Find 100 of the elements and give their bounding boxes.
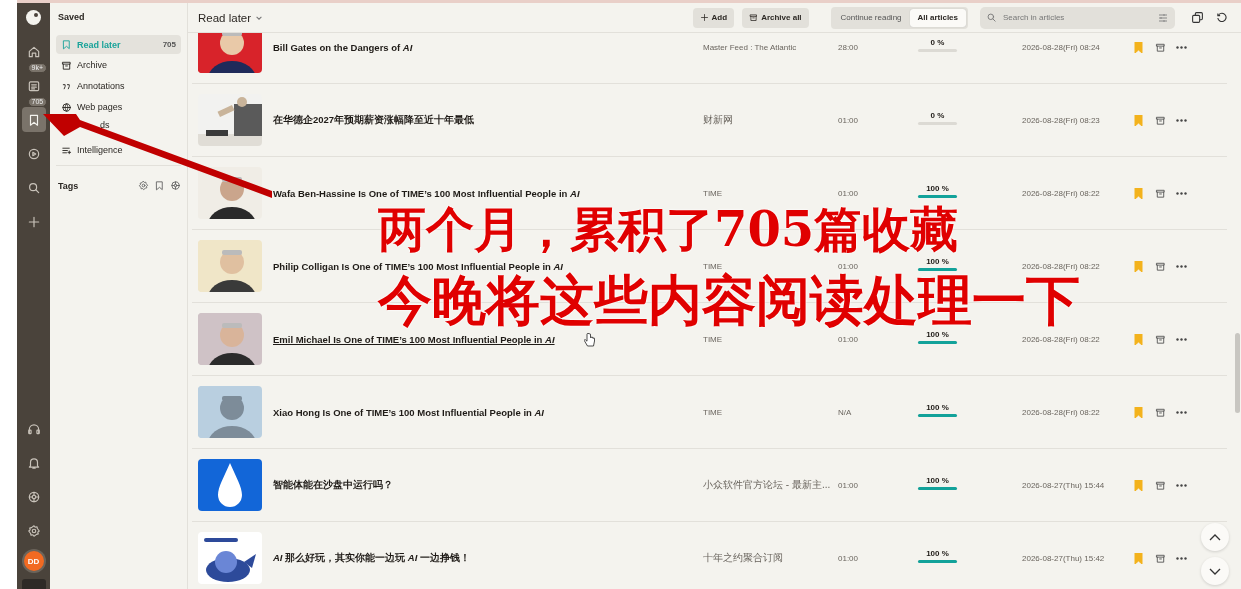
archive-box-icon (61, 59, 72, 71)
archive-box-icon (1155, 260, 1166, 272)
progress-reading: 100 % (926, 184, 949, 193)
sidebar-item[interactable]: Annotations (56, 80, 130, 92)
list-icon (26, 78, 41, 93)
globe-icon (61, 101, 72, 113)
article-title[interactable]: 在华德企2027年预期薪资涨幅降至近十年最低 (273, 113, 475, 127)
saved-date: 2026-08-28(Fri) 08:24 (1022, 42, 1100, 52)
progress-reading: 100 % (926, 257, 949, 266)
home-icon (26, 44, 41, 59)
stacked-squares-icon[interactable] (1191, 11, 1204, 24)
reading-time: 01:00 (838, 188, 859, 198)
reading-time: 01:00 (838, 480, 859, 490)
reading-time: 01:00 (838, 261, 859, 271)
headphones-icon (26, 421, 41, 436)
article-title[interactable]: Emil Michael Is One of TIME’s 100 Most Influential People in AI (273, 333, 555, 345)
archive-box-icon (1155, 552, 1166, 564)
article-title[interactable]: 智能体能在沙盘中运行吗？ (273, 478, 393, 492)
article-title[interactable]: Bill Gates on the Dangers of AI (273, 41, 413, 53)
saved-date: 2026-08-27(Thu) 15:44 (1022, 480, 1105, 490)
item-count: 705 (162, 40, 176, 49)
annotation-text: 两个月，累积了705篇收藏 (378, 205, 959, 253)
archive-box-icon (1155, 41, 1166, 53)
chevron-up-icon (1209, 533, 1221, 541)
annotation-text: 今晚将这些内容阅读处理一下 (378, 273, 1080, 327)
sidebar-item[interactable]: ds (100, 119, 115, 131)
more-icon[interactable] (1176, 118, 1187, 122)
chevron-down-icon (1209, 567, 1221, 575)
reading-time: 01:00 (838, 115, 859, 125)
more-icon[interactable] (1176, 337, 1187, 341)
saved-date: 2026-08-28(Fri) 08:22 (1022, 188, 1100, 198)
section-title: Saved (58, 12, 85, 22)
saved-date: 2026-08-28(Fri) 08:22 (1022, 334, 1100, 344)
archive-box-icon (1155, 479, 1166, 491)
progress-reading: 0 % (930, 111, 945, 120)
archive-box-icon (1155, 187, 1166, 199)
archive-box-icon (1155, 333, 1166, 345)
sidebar-item[interactable]: Intelligence (56, 144, 128, 156)
more-icon[interactable] (1176, 410, 1187, 414)
bookmark-button[interactable] (21, 107, 46, 132)
more-icon[interactable] (1176, 556, 1187, 560)
plus-icon (26, 214, 41, 229)
search-icon (986, 11, 997, 23)
collapse-handle[interactable] (21, 579, 46, 589)
sidebar-item[interactable]: Web pages (56, 101, 128, 113)
more-icon[interactable] (1176, 191, 1187, 195)
saved-date: 2026-08-27(Thu) 15:42 (1022, 553, 1105, 563)
reading-time: 28:00 (838, 42, 859, 52)
article-source: 十年之约聚合订阅 (703, 551, 783, 565)
more-icon[interactable] (1176, 45, 1187, 49)
settings-icon (138, 180, 149, 191)
bookmark-icon (61, 39, 72, 50)
hand-cursor-icon (584, 333, 595, 347)
progress-reading: 100 % (926, 403, 949, 412)
search-field[interactable]: Search in articles (980, 6, 1175, 29)
archive-box-icon (749, 13, 759, 22)
article-title[interactable]: Philip Colligan Is One of TIME’s 100 Most Influential People in AI (273, 260, 563, 272)
progress-reading: 0 % (930, 38, 945, 47)
play-circle-icon (26, 146, 41, 161)
archive-box-icon (1155, 406, 1166, 418)
article-source: 财新网 (703, 113, 733, 127)
article-title[interactable]: Wafa Ben-Hassine Is One of TIME’s 100 Most Influential People in AI (273, 187, 580, 199)
article-source: TIME (703, 334, 723, 344)
article-source: TIME (703, 188, 723, 198)
archive-box-icon (1155, 114, 1166, 126)
plus-icon (699, 13, 709, 22)
reading-time: 01:00 (838, 553, 859, 563)
undo-icon[interactable] (1216, 12, 1227, 23)
article-source: TIME (703, 261, 723, 271)
progress-reading: 100 % (926, 330, 949, 339)
reading-time: 01:00 (838, 334, 859, 344)
reading-time: N/A (838, 407, 852, 417)
progress-reading: 100 % (926, 476, 949, 485)
scrollbar-thumb[interactable] (1235, 333, 1240, 413)
section-title: Tags (58, 180, 80, 191)
article-source: 小众软件官方论坛 - 最新主... (703, 478, 831, 492)
add-button[interactable]: Add (692, 7, 735, 28)
bell-icon (26, 455, 41, 470)
article-title[interactable]: AI 那么好玩，其实你能一边玩 AI 一边挣钱！ (273, 551, 470, 565)
more-icon[interactable] (1176, 483, 1187, 487)
saved-date: 2026-08-28(Fri) 08:22 (1022, 407, 1100, 417)
view-tab[interactable]: All articles (909, 8, 966, 27)
search-icon (26, 180, 41, 195)
scroll-down-button[interactable] (1201, 557, 1229, 585)
article-source: TIME (703, 407, 723, 417)
page-title: Read later (198, 11, 252, 24)
archive-all-button[interactable]: Archive all (742, 7, 809, 28)
sidebar-item[interactable]: Read later 705 (56, 35, 181, 54)
article-source: Master Feed : The Atlantic (703, 42, 797, 52)
scroll-up-button[interactable] (1201, 523, 1229, 551)
article-title[interactable]: Xiao Hong Is One of TIME’s 100 Most Influential People in AI (273, 406, 544, 418)
saved-date: 2026-08-28(Fri) 08:23 (1022, 115, 1100, 125)
sidebar-item[interactable]: Archive (56, 59, 112, 71)
settings-icon (26, 523, 41, 538)
app-logo[interactable] (26, 10, 41, 25)
crosshair-icon (26, 489, 41, 504)
progress-reading: 100 % (926, 549, 949, 558)
saved-date: 2026-08-28(Fri) 08:22 (1022, 261, 1100, 271)
more-icon[interactable] (1176, 264, 1187, 268)
view-tab[interactable]: Continue reading (832, 8, 910, 27)
